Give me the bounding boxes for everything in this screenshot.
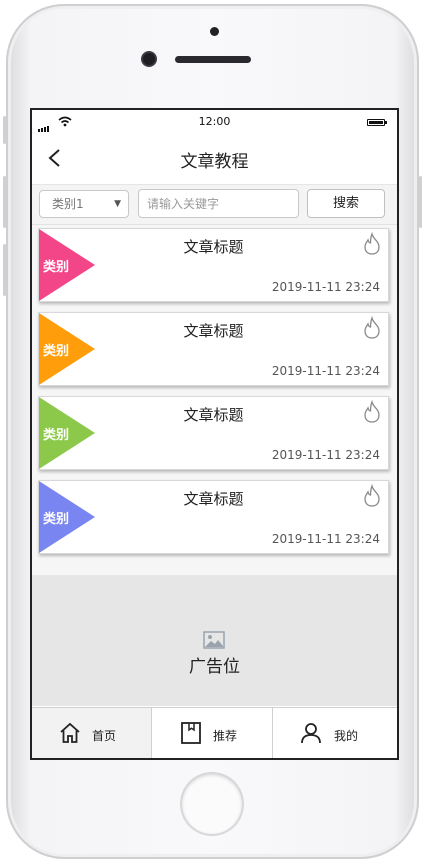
category-label: 类别 bbox=[43, 428, 70, 443]
ad-label: 广告位 bbox=[189, 657, 240, 677]
fire-icon bbox=[364, 316, 380, 339]
article-card[interactable]: 类别 文章标题 2019-11-11 23:24 bbox=[38, 312, 389, 386]
category-label: 类别 bbox=[43, 512, 70, 527]
article-card[interactable]: 类别 文章标题 2019-11-11 23:24 bbox=[38, 480, 389, 554]
search-input[interactable] bbox=[138, 189, 299, 218]
category-select[interactable]: 类别1 ▼ bbox=[39, 190, 129, 218]
article-title: 文章标题 bbox=[183, 238, 244, 256]
fire-icon bbox=[364, 400, 380, 423]
article-card[interactable]: 类别 文章标题 2019-11-11 23:24 bbox=[38, 228, 389, 302]
user-icon bbox=[301, 723, 321, 744]
volume-down-button bbox=[3, 244, 6, 296]
fire-icon bbox=[364, 484, 380, 507]
image-placeholder-icon bbox=[203, 631, 225, 649]
article-date: 2019-11-11 23:24 bbox=[271, 532, 380, 546]
article-card[interactable]: 类别 文章标题 2019-11-11 23:24 bbox=[38, 396, 389, 470]
battery-icon bbox=[367, 119, 387, 126]
ad-banner[interactable]: 广告位 bbox=[32, 575, 397, 706]
tab-label: 推荐 bbox=[213, 729, 238, 743]
article-title: 文章标题 bbox=[183, 406, 244, 424]
status-bar: 12:00 bbox=[32, 110, 397, 134]
front-camera bbox=[143, 53, 155, 65]
earpiece-speaker bbox=[175, 56, 251, 63]
tab-mine[interactable]: 我的 bbox=[274, 708, 397, 758]
proximity-sensor bbox=[210, 27, 219, 36]
article-title: 文章标题 bbox=[183, 490, 244, 508]
search-button[interactable]: 搜索 bbox=[307, 189, 385, 218]
app-screen: 12:00 文章教程 类别1 ▼ 搜索 类别 文章标题 2019-11-11 2… bbox=[30, 108, 399, 760]
bookmark-icon bbox=[181, 722, 201, 744]
nav-bar: 文章教程 bbox=[32, 134, 397, 185]
article-date: 2019-11-11 23:24 bbox=[271, 280, 380, 294]
volume-up-button bbox=[3, 176, 6, 228]
power-button bbox=[419, 176, 422, 228]
search-bar: 类别1 ▼ 搜索 bbox=[32, 185, 397, 225]
tab-home[interactable]: 首页 bbox=[32, 708, 152, 758]
home-button[interactable] bbox=[182, 774, 242, 834]
fire-icon bbox=[364, 232, 380, 255]
tab-label: 我的 bbox=[334, 729, 359, 743]
tab-recommend[interactable]: 推荐 bbox=[153, 708, 273, 758]
tab-label: 首页 bbox=[92, 729, 117, 743]
tab-bar: 首页 推荐 我的 bbox=[32, 707, 397, 758]
category-label: 类别 bbox=[43, 344, 70, 359]
page-title: 文章教程 bbox=[180, 152, 249, 172]
home-icon bbox=[60, 722, 80, 743]
article-date: 2019-11-11 23:24 bbox=[271, 364, 380, 378]
status-time: 12:00 bbox=[198, 115, 231, 128]
article-list: 类别 文章标题 2019-11-11 23:24 类别 文章标题 2019-11… bbox=[32, 225, 397, 575]
caret-down-icon: ▼ bbox=[114, 199, 121, 209]
category-label: 类别 bbox=[43, 260, 70, 275]
mute-switch bbox=[3, 116, 6, 144]
article-title: 文章标题 bbox=[183, 322, 244, 340]
category-select-value: 类别1 bbox=[52, 197, 84, 211]
article-date: 2019-11-11 23:24 bbox=[271, 448, 380, 462]
